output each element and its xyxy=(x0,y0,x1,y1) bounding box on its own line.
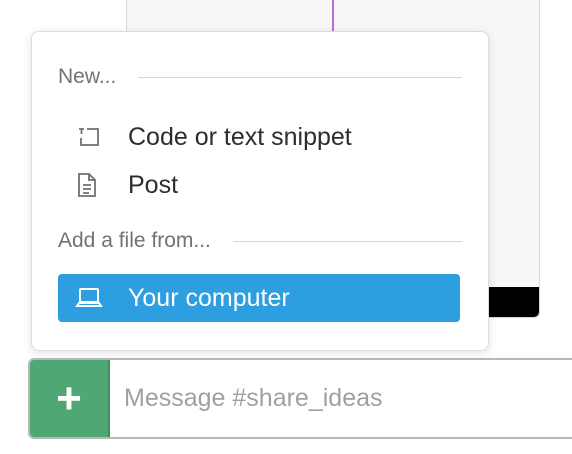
stage: New... Code or text snippet Post Add a f… xyxy=(0,0,572,454)
file-upload-menu: New... Code or text snippet Post Add a f… xyxy=(31,31,489,351)
plus-icon: + xyxy=(56,373,82,423)
menu-item-label: Your computer xyxy=(128,283,290,312)
menu-item-post[interactable]: Post xyxy=(58,162,460,208)
menu-item-code-snippet[interactable]: Code or text snippet xyxy=(58,114,460,160)
add-file-section-label: Add a file from... xyxy=(58,229,211,252)
message-composer: + xyxy=(28,358,572,439)
menu-item-label: Post xyxy=(128,170,179,199)
snippet-icon xyxy=(58,125,128,149)
menu-section-new: New... xyxy=(58,65,462,89)
message-input[interactable] xyxy=(110,360,572,437)
laptop-icon xyxy=(58,286,128,310)
section-divider xyxy=(232,240,462,242)
document-icon xyxy=(58,172,128,198)
new-section-label: New... xyxy=(58,65,117,88)
section-divider xyxy=(138,76,462,78)
menu-item-your-computer[interactable]: Your computer xyxy=(58,274,460,322)
add-attachment-button[interactable]: + xyxy=(30,360,110,437)
menu-item-label: Code or text snippet xyxy=(128,122,352,151)
menu-section-add-file: Add a file from... xyxy=(58,229,462,253)
